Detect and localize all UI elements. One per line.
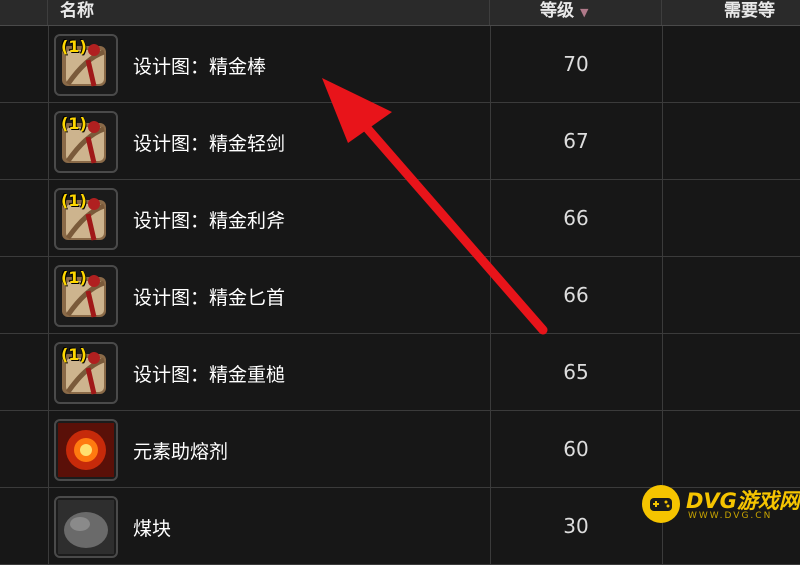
gamepad-logo-icon (642, 485, 680, 523)
arrow-shaft (348, 107, 548, 335)
red-annotation-arrow (322, 78, 548, 335)
site-watermark: DVG游戏网 WWW.DVG.CN (642, 483, 800, 527)
watermark-url: WWW.DVG.CN (688, 511, 773, 521)
arrow-head (322, 78, 392, 143)
